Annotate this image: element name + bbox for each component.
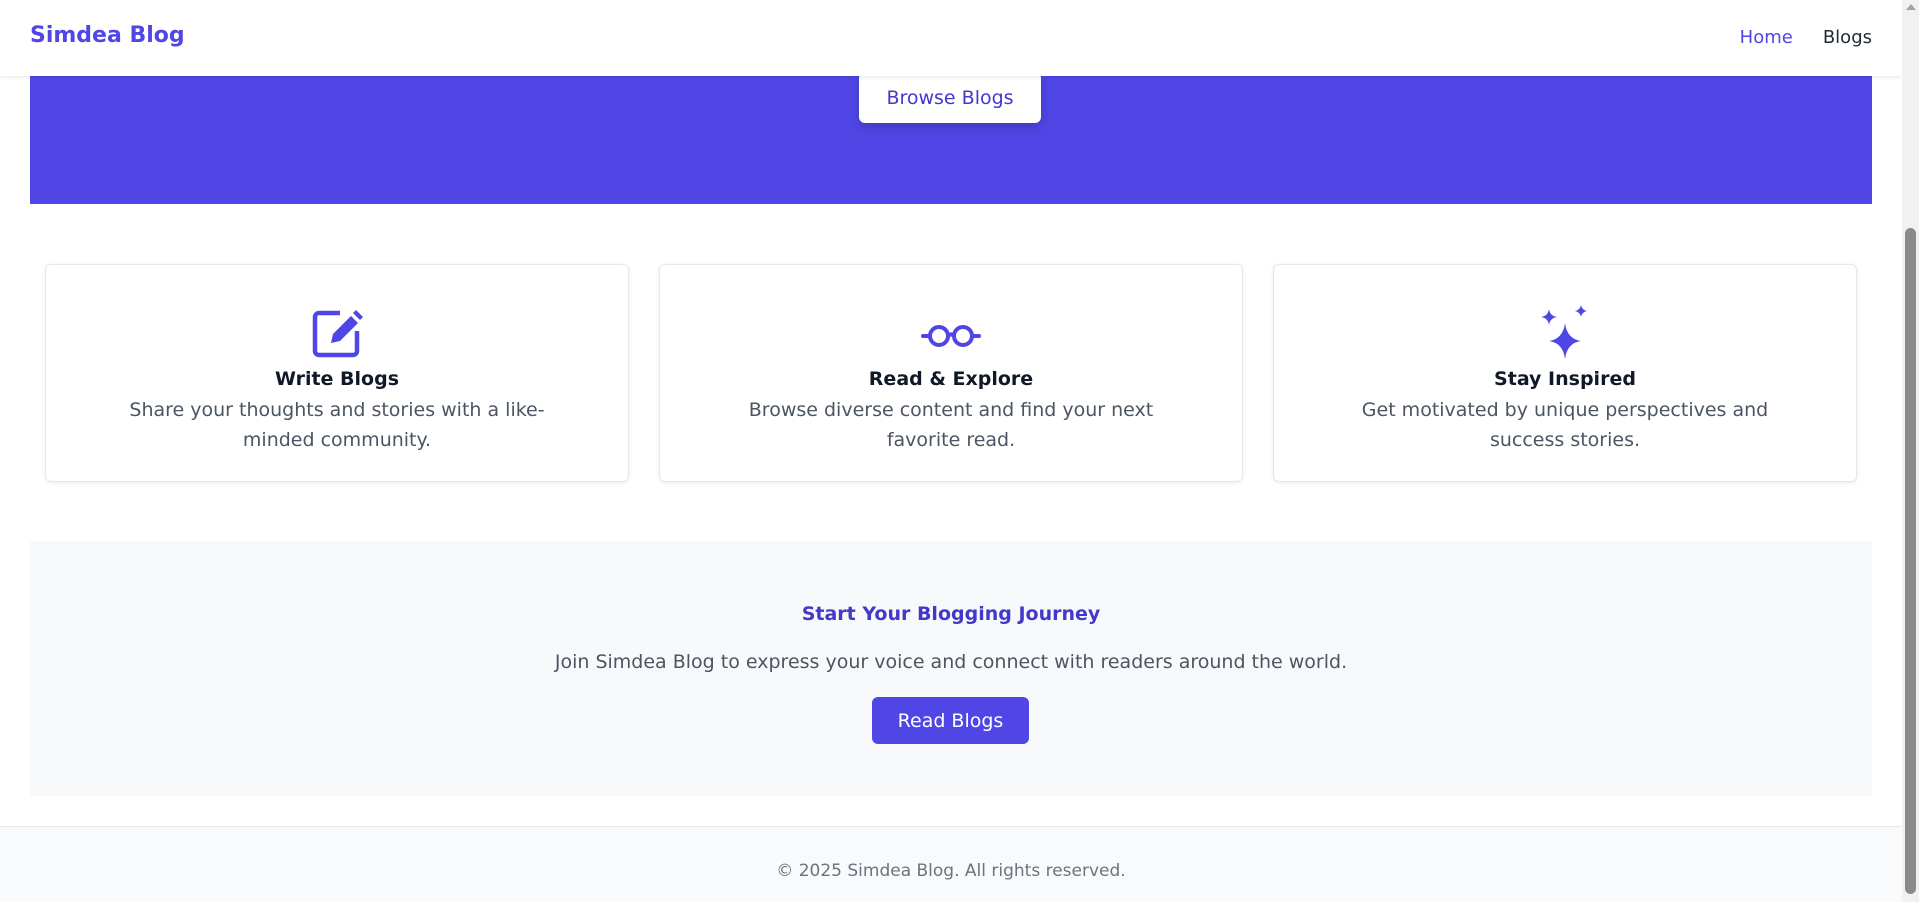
sparkles-icon (1274, 303, 1856, 363)
navbar: Simdea Blog Home Blogs (0, 0, 1902, 76)
nav-link-home[interactable]: Home (1740, 27, 1793, 48)
feature-card-read: Read & Explore Browse diverse content an… (659, 264, 1243, 482)
feature-description: Browse diverse content and find your nex… (748, 399, 1154, 451)
feature-title: Read & Explore (868, 368, 1034, 390)
scroll-up-icon[interactable] (1906, 4, 1916, 10)
nav-links: Home Blogs (1740, 27, 1872, 48)
page-viewport: Browse Blogs Simdea Blog Home Blogs Writ… (0, 0, 1902, 902)
hero-banner: Browse Blogs (30, 60, 1872, 204)
copyright-text: © 2025 Simdea Blog. All rights reserved. (776, 861, 1126, 881)
vertical-scrollbar[interactable] (1902, 0, 1919, 902)
feature-title: Stay Inspired (1494, 368, 1636, 390)
cta-section: Start Your Blogging Journey Join Simdea … (30, 541, 1872, 796)
feature-title: Write Blogs (274, 368, 400, 390)
footer: © 2025 Simdea Blog. All rights reserved. (0, 826, 1902, 902)
feature-description: Share your thoughts and stories with a l… (129, 399, 545, 451)
scrollbar-thumb[interactable] (1905, 228, 1916, 894)
read-blogs-button[interactable]: Read Blogs (872, 697, 1029, 744)
eyeglasses-icon (660, 303, 1242, 363)
cta-text: Join Simdea Blog to express your voice a… (554, 651, 1348, 673)
feature-card-write: Write Blogs Share your thoughts and stor… (45, 264, 629, 482)
feature-description: Get motivated by unique perspectives and… (1361, 399, 1769, 451)
cta-title: Start Your Blogging Journey (801, 603, 1101, 625)
brand-logo[interactable]: Simdea Blog (30, 23, 185, 48)
pencil-square-icon (46, 303, 628, 363)
feature-card-inspire: Stay Inspired Get motivated by unique pe… (1273, 264, 1857, 482)
nav-link-blogs[interactable]: Blogs (1823, 27, 1872, 48)
browse-blogs-button[interactable]: Browse Blogs (859, 72, 1041, 123)
